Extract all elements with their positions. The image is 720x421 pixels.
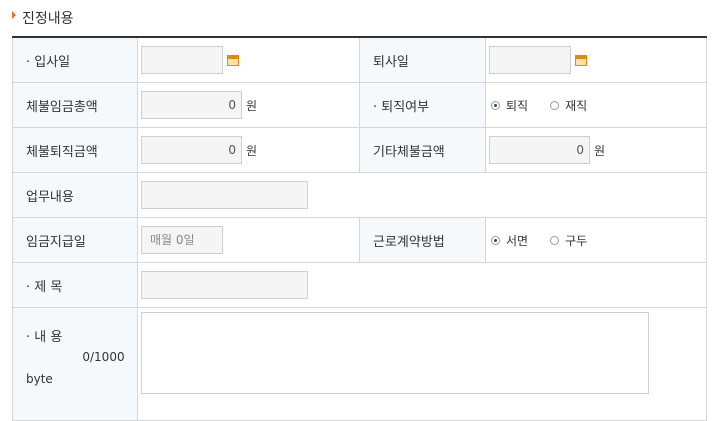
leave-date-label: 퇴사일	[359, 36, 486, 83]
content-textarea[interactable]	[141, 312, 649, 394]
radio-retired[interactable]	[491, 100, 500, 110]
calendar-icon[interactable]	[575, 54, 587, 66]
work-content-cell	[137, 172, 707, 218]
byte-limit: /1000	[90, 350, 125, 364]
radio-retired-label: 퇴직	[506, 98, 529, 113]
leave-date-cell	[485, 36, 707, 83]
contract-method-cell: 서면 구두	[485, 217, 707, 263]
join-date-label: 입사일	[12, 36, 138, 83]
work-content-input[interactable]	[141, 181, 308, 209]
other-unpaid-label: 기타체불금액	[359, 127, 486, 173]
content-label: 내 용	[26, 326, 137, 345]
contract-method-label: 근로계약방법	[359, 217, 486, 263]
triangle-bullet-icon	[12, 11, 16, 19]
join-date-cell	[137, 36, 360, 83]
subject-cell	[137, 262, 707, 308]
work-content-label: 업무내용	[12, 172, 138, 218]
radio-verbal[interactable]	[550, 235, 560, 245]
complaint-form: 입사일 퇴사일 체불임금총액 0원 퇴직여부 퇴직재직 체불퇴직금액 0원 기타…	[12, 36, 707, 421]
retire-status-label: 퇴직여부	[359, 82, 486, 128]
form-row: 체불임금총액 0원 퇴직여부 퇴직 재직	[12, 82, 707, 128]
content-cell	[137, 307, 707, 421]
form-row: 업무내용	[12, 172, 707, 218]
form-row: 입사일 퇴사일	[12, 36, 707, 83]
calendar-icon[interactable]	[227, 54, 239, 66]
subject-label: 제 목	[12, 262, 138, 308]
form-row: 내 용 0/1000 byte	[12, 307, 707, 421]
byte-unit: byte	[26, 372, 53, 386]
subject-input[interactable]	[141, 271, 308, 299]
unpaid-severance-cell: 0원	[137, 127, 360, 173]
unpaid-wages-cell: 0원	[137, 82, 360, 128]
unpaid-wages-label: 체불임금총액	[12, 82, 138, 128]
currency-unit: 원	[594, 143, 606, 158]
section-title: 진정내용	[12, 8, 74, 28]
radio-written[interactable]	[491, 235, 500, 245]
form-row: 제 목	[12, 262, 707, 308]
pay-day-input[interactable]: 매월 0일	[141, 226, 223, 254]
retire-status-cell: 퇴직 재직	[485, 82, 707, 128]
radio-written-label: 서면	[506, 233, 529, 248]
other-unpaid-input[interactable]: 0	[489, 136, 590, 164]
radio-verbal-label: 구두	[565, 233, 588, 248]
pay-day-label: 임금지급일	[12, 217, 138, 263]
other-unpaid-cell: 0원	[485, 127, 707, 173]
radio-employed-label: 재직	[565, 98, 588, 113]
currency-unit: 원	[246, 143, 258, 158]
content-label-cell: 내 용 0/1000 byte	[12, 307, 138, 421]
currency-unit: 원	[246, 98, 258, 113]
radio-employed[interactable]	[550, 100, 560, 110]
section-title-text: 진정내용	[22, 11, 74, 27]
byte-count: 0	[82, 350, 90, 364]
leave-date-input[interactable]	[489, 46, 571, 74]
unpaid-wages-input[interactable]: 0	[141, 91, 242, 119]
form-row: 임금지급일 매월 0일 근로계약방법 서면 구두	[12, 217, 707, 263]
byte-counter: 0/1000	[66, 350, 137, 364]
unpaid-severance-input[interactable]: 0	[141, 136, 242, 164]
pay-day-cell: 매월 0일	[137, 217, 360, 263]
join-date-input[interactable]	[141, 46, 223, 74]
unpaid-severance-label: 체불퇴직금액	[12, 127, 138, 173]
form-row: 체불퇴직금액 0원 기타체불금액 0원	[12, 127, 707, 173]
